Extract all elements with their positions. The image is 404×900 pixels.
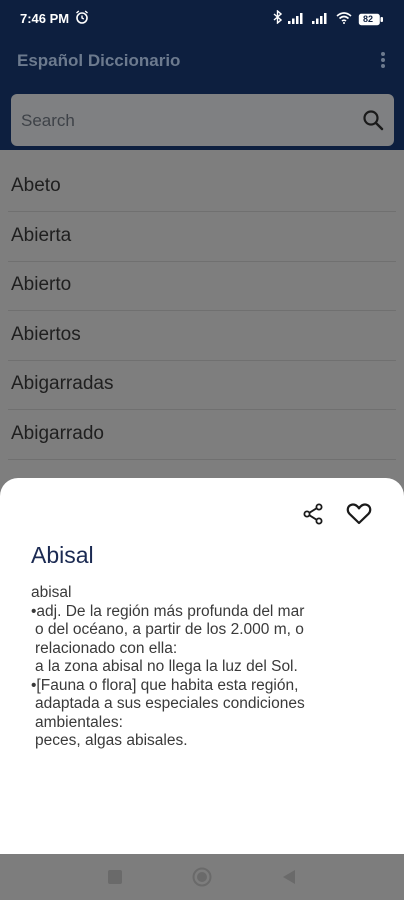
alarm-clock-icon [75,10,89,29]
status-time: 7:46 PM [20,11,70,26]
list-item[interactable]: Abigarradas [8,360,396,410]
list-item[interactable]: Abierta [8,212,396,262]
definition-word: Abisal [31,542,94,568]
list-item-label: Abigarrado [11,423,104,444]
list-item-label: Abiertos [11,324,81,345]
app-bar: Español Diccionario [0,38,404,82]
recent-apps-icon[interactable] [108,870,122,884]
definition-line: ambientales: [35,713,123,731]
home-icon[interactable] [192,867,212,892]
list-item-label: Abeto [11,175,61,196]
list-item[interactable]: Abigarrado [8,410,396,460]
list-item-label: Abierto [11,274,72,295]
battery-icon: 82 [358,13,384,26]
definition-line: •adj. De la región más profunda del mar [31,602,305,620]
share-icon[interactable] [302,503,324,530]
definition-line: relacionado con ella: [35,639,178,657]
definition-sheet: Abisal abisal •adj. De la región más pro… [0,478,404,854]
back-icon[interactable] [282,869,296,890]
search-input[interactable] [19,94,353,148]
status-bar: 7:46 PM 82 [0,0,404,38]
signal-icon [312,11,330,29]
list-item-label: Abigarradas [11,373,114,394]
search-bar-container [0,82,404,150]
more-vert-icon[interactable] [380,51,386,74]
definition-line: o del océano, a partir de los 2.000 m, o [35,621,304,638]
battery-level: 82 [363,14,374,24]
definition-text: abisal •adj. De la región más profunda d… [31,584,371,751]
definition-line: •[Fauna o flora] que habita esta región, [31,676,299,694]
list-item[interactable]: Abeto [8,162,396,212]
definition-line: adaptada a sus especiales condiciones [35,695,305,712]
bluetooth-icon [273,9,283,29]
list-item[interactable]: Abierto [8,261,396,311]
search-icon[interactable] [362,109,384,136]
definition-line: abisal [31,584,72,601]
app-title: Español Diccionario [17,51,181,70]
definition-line: peces, algas abisales. [35,732,188,749]
signal-icon [288,11,306,29]
list-item[interactable]: Abiertos [8,311,396,361]
definition-line: a la zona abisal no llega la luz del Sol… [35,658,298,675]
status-icons: 82 [273,9,384,29]
list-item-label: Abierta [11,225,72,246]
search-bar [11,94,394,148]
heart-outline-icon[interactable] [346,503,372,530]
system-nav-bar [0,854,404,900]
wifi-icon [336,11,352,29]
